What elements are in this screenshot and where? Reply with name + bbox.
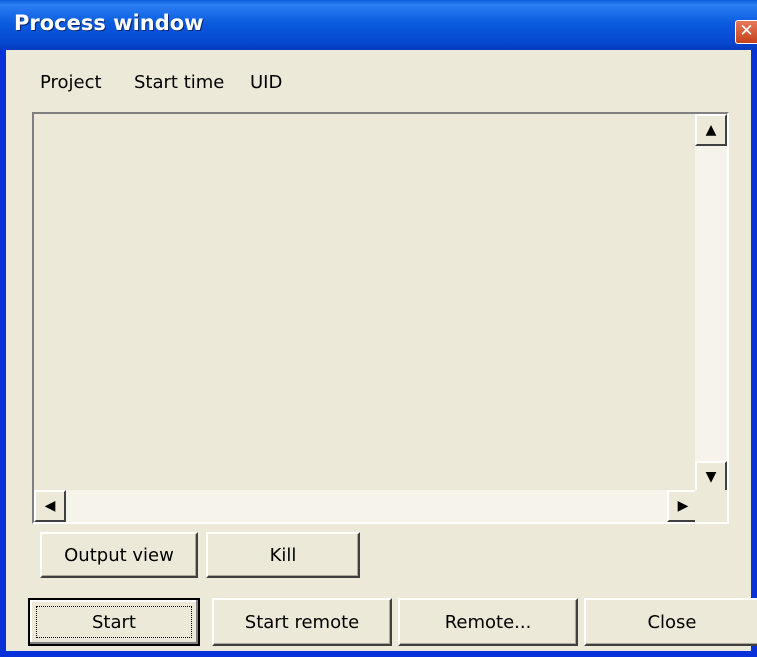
remote-label: Remote...	[444, 611, 532, 633]
kill-label: Kill	[269, 544, 297, 566]
column-header-uid[interactable]: UID	[250, 72, 282, 93]
process-window: Process window ✕ Project Start time UID …	[0, 0, 757, 657]
start-remote-button[interactable]: Start remote	[212, 598, 392, 646]
kill-button[interactable]: Kill	[206, 532, 360, 578]
focus-ring	[36, 606, 192, 638]
vertical-scrollbar[interactable]: ▲ ▼	[695, 114, 727, 493]
horizontal-scrollbar[interactable]: ◀ ▶	[34, 490, 699, 522]
column-header-start-time[interactable]: Start time	[134, 72, 224, 93]
title-bar[interactable]: Process window ✕	[0, 0, 757, 50]
close-icon[interactable]: ✕	[735, 20, 757, 44]
start-button[interactable]: Start	[28, 598, 200, 646]
scroll-left-icon[interactable]: ◀	[34, 490, 66, 522]
scrollbar-corner	[695, 490, 727, 522]
output-view-label: Output view	[64, 544, 174, 566]
start-remote-label: Start remote	[244, 611, 360, 633]
process-list-area[interactable]	[34, 114, 699, 493]
list-column-headers: Project Start time UID	[6, 72, 751, 102]
close-button[interactable]: Close	[584, 598, 757, 646]
column-header-project[interactable]: Project	[40, 72, 102, 93]
window-title: Process window	[14, 11, 204, 35]
remote-button[interactable]: Remote...	[398, 598, 578, 646]
process-list[interactable]: ▲ ▼ ◀ ▶	[32, 112, 729, 524]
output-view-button[interactable]: Output view	[40, 532, 198, 578]
close-label: Close	[647, 611, 697, 633]
scroll-down-icon[interactable]: ▼	[695, 461, 727, 493]
scroll-up-icon[interactable]: ▲	[695, 114, 727, 146]
